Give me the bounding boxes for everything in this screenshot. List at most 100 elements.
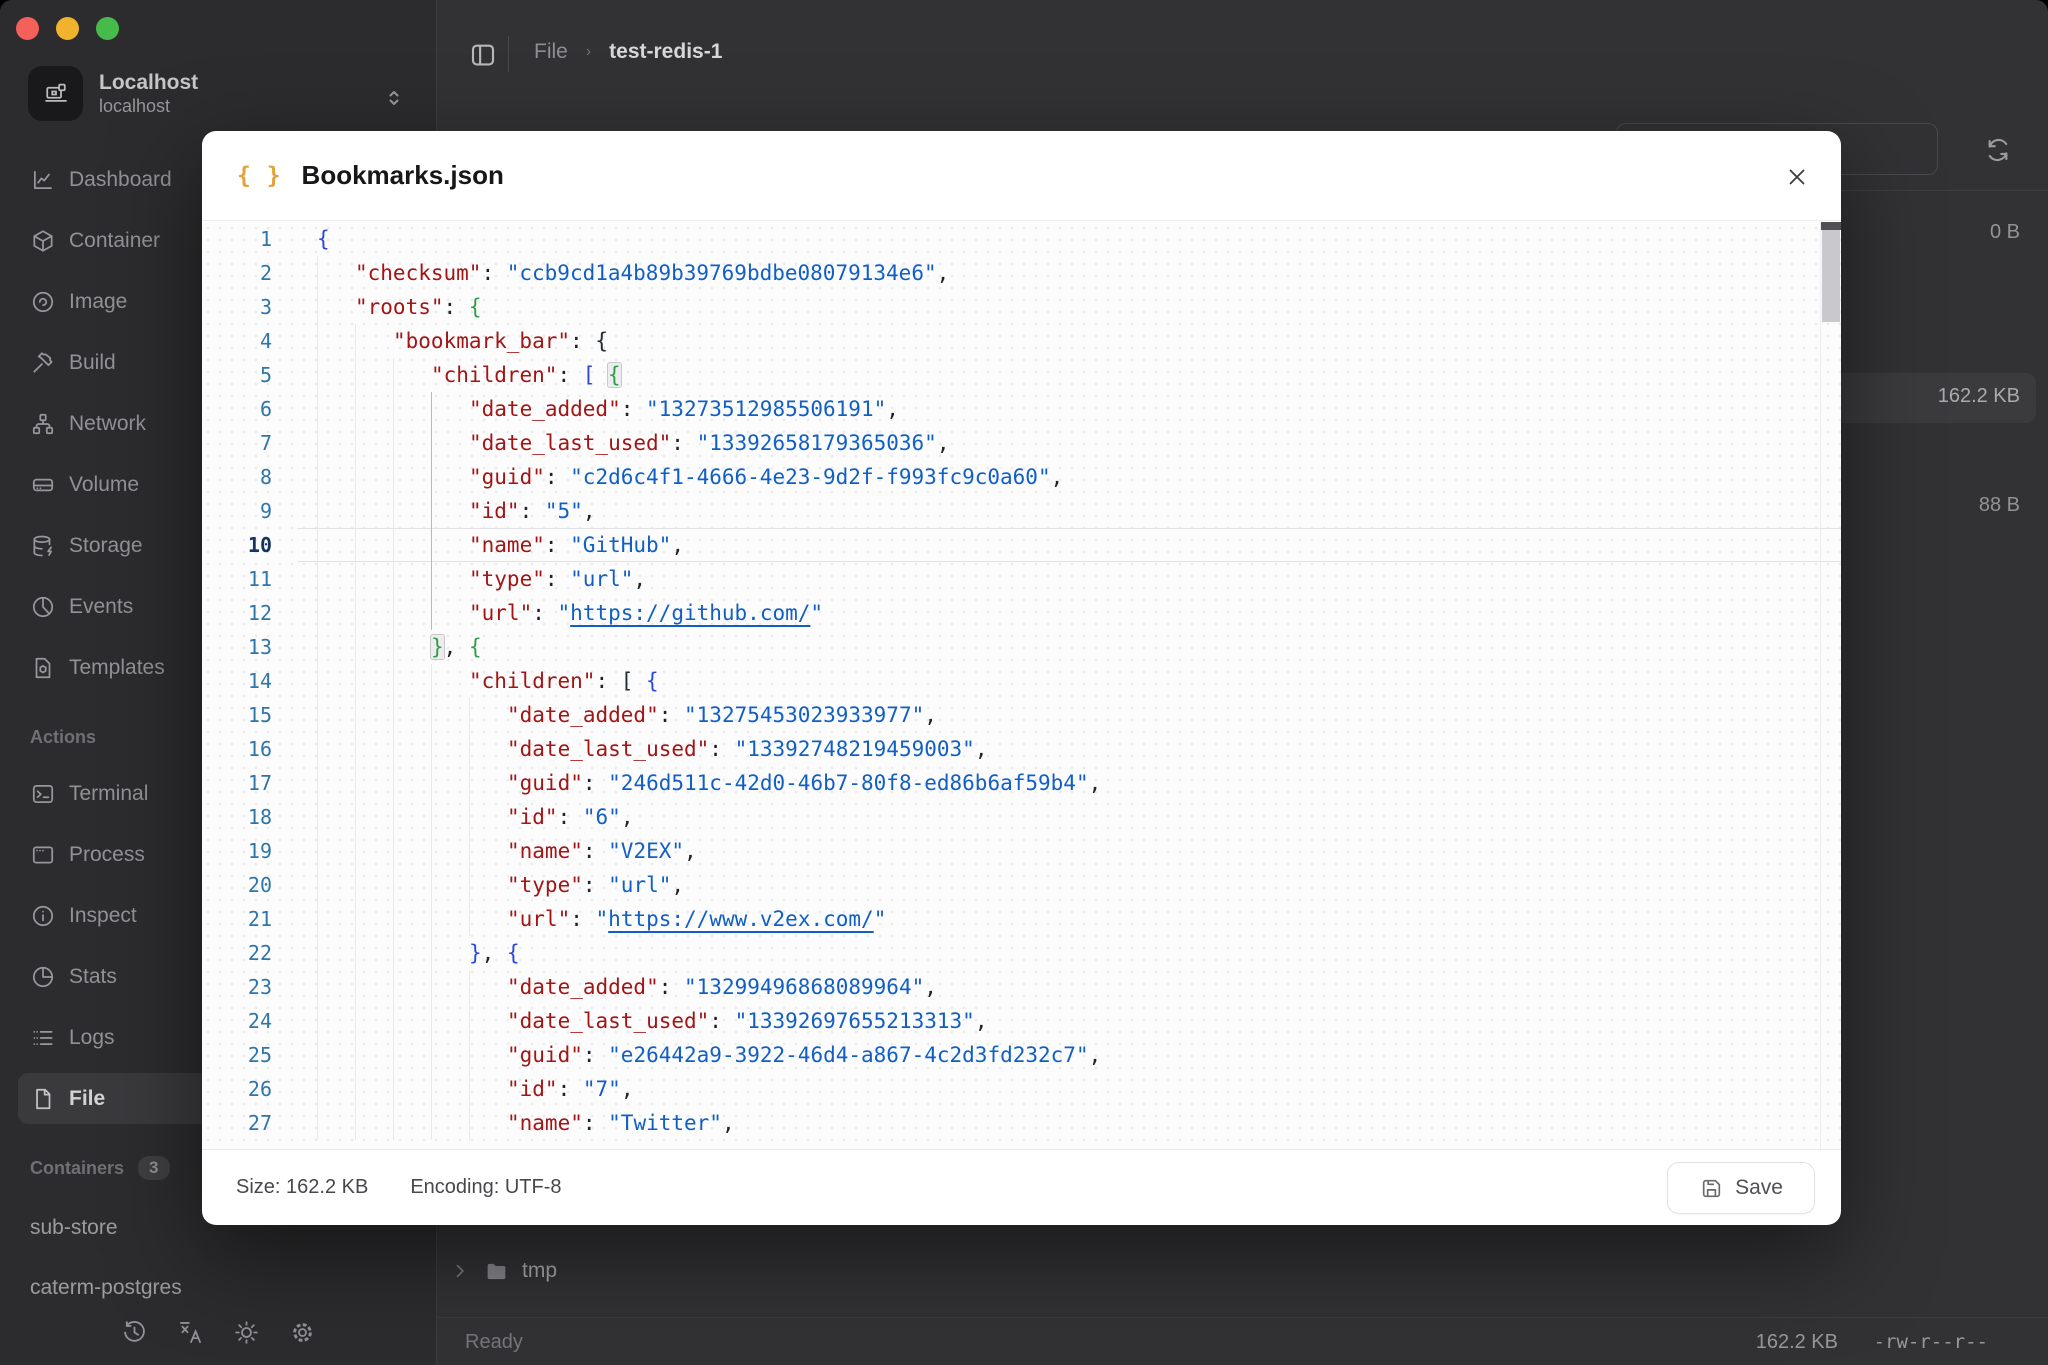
code-content: "id": "5", [298, 494, 1841, 528]
indent-guide [355, 698, 356, 732]
code-token: "13392748219459003" [735, 737, 975, 761]
code-line[interactable]: 25"guid": "e26442a9-3922-46d4-a867-4c2d3… [202, 1038, 1841, 1072]
breadcrumb: File › test-redis-1 [534, 40, 722, 64]
code-line[interactable]: 26"id": "7", [202, 1072, 1841, 1106]
sidebar-item-caterm-postgres[interactable]: caterm-postgres [0, 1258, 436, 1318]
code-token: "name" [507, 1111, 583, 1135]
zoom-window-button[interactable] [96, 17, 119, 40]
code-line[interactable]: 9"id": "5", [202, 494, 1841, 528]
indent-guide [355, 970, 356, 1004]
indent-guide [317, 902, 318, 936]
indent-guide [317, 392, 318, 426]
settings-gear-icon[interactable] [287, 1317, 317, 1347]
templates-icon [30, 655, 56, 681]
indent-guide [317, 630, 318, 664]
history-icon[interactable] [119, 1317, 149, 1347]
scrollbar-thumb[interactable] [1822, 230, 1840, 322]
code-line[interactable]: 14"children": [ { [202, 664, 1841, 698]
indent-guide [469, 1072, 470, 1106]
indent-guide [469, 1038, 470, 1072]
translate-icon[interactable] [175, 1317, 205, 1347]
code-line[interactable]: 11"type": "url", [202, 562, 1841, 596]
code-line[interactable]: 19"name": "V2EX", [202, 834, 1841, 868]
code-line[interactable]: 4"bookmark_bar": { [202, 324, 1841, 358]
code-line[interactable]: 2"checksum": "ccb9cd1a4b89b39769bdbe0807… [202, 256, 1841, 290]
code-token: { [469, 295, 482, 319]
save-floppy-icon [1699, 1176, 1724, 1201]
code-content: "guid": "246d511c-42d0-46b7-80f8-ed86b6a… [298, 766, 1841, 800]
tree-row-tmp[interactable]: tmp [438, 1246, 557, 1296]
code-line[interactable]: 10"name": "GitHub", [202, 528, 1841, 562]
indent-guide [393, 426, 394, 460]
code-line[interactable]: 13}, { [202, 630, 1841, 664]
code-token: : [520, 499, 545, 523]
indent-guide [317, 494, 318, 528]
code-token: "c2d6c4f1-4666-4e23-9d2f-f993fc9c0a60" [570, 465, 1050, 489]
code-content: "id": "6", [298, 800, 1841, 834]
code-line[interactable]: 17"guid": "246d511c-42d0-46b7-80f8-ed86b… [202, 766, 1841, 800]
code-line[interactable]: 15"date_added": "13275453023933977", [202, 698, 1841, 732]
code-token: " [558, 601, 571, 625]
code-line[interactable]: 7"date_last_used": "13392658179365036", [202, 426, 1841, 460]
host-switcher-chevrons-icon[interactable] [382, 86, 406, 110]
sidebar-item-label: Storage [69, 534, 143, 558]
footer-encoding: Encoding: UTF-8 [410, 1176, 561, 1199]
indent-guide [355, 562, 356, 596]
code-line[interactable]: 21"url": "https://www.v2ex.com/" [202, 902, 1841, 936]
refresh-icon[interactable] [1983, 135, 2013, 165]
code-token: "date_last_used" [507, 1009, 709, 1033]
code-line[interactable]: 12"url": "https://github.com/" [202, 596, 1841, 630]
code-line[interactable]: 3"roots": { [202, 290, 1841, 324]
code-line[interactable]: 20"type": "url", [202, 868, 1841, 902]
line-number: 8 [202, 460, 298, 494]
code-editor[interactable]: 1{2"checksum": "ccb9cd1a4b89b39769bdbe08… [202, 222, 1841, 1149]
code-token: "guid" [507, 1043, 583, 1067]
sidebar-item-label: Stats [69, 965, 117, 989]
brightness-icon[interactable] [231, 1317, 261, 1347]
image-icon [30, 289, 56, 315]
indent-guide [317, 732, 318, 766]
code-token: "246d511c-42d0-46b7-80f8-ed86b6af59b4" [608, 771, 1088, 795]
code-line[interactable]: 22}, { [202, 936, 1841, 970]
save-button[interactable]: Save [1667, 1162, 1815, 1214]
inspect-icon [30, 903, 56, 929]
code-token: "children" [431, 363, 557, 387]
code-token: "date_last_used" [507, 737, 709, 761]
minimize-window-button[interactable] [56, 17, 79, 40]
code-line[interactable]: 23"date_added": "13299496868089964", [202, 970, 1841, 1004]
indent-guide [393, 1106, 394, 1140]
code-content: "date_added": "13299496868089964", [298, 970, 1841, 1004]
indent-guide [317, 324, 318, 358]
code-line[interactable]: 8"guid": "c2d6c4f1-4666-4e23-9d2f-f993fc… [202, 460, 1841, 494]
chevron-right-icon[interactable] [450, 1261, 470, 1281]
code-token: : [583, 1043, 608, 1067]
code-token: : [709, 1009, 734, 1033]
line-number: 1 [202, 222, 298, 256]
host-selector[interactable]: Localhost localhost [28, 66, 198, 121]
indent-guide [317, 290, 318, 324]
line-number: 27 [202, 1106, 298, 1140]
code-line[interactable]: 27"name": "Twitter", [202, 1106, 1841, 1140]
code-line[interactable]: 18"id": "6", [202, 800, 1841, 834]
code-content: "date_added": "13273512985506191", [298, 392, 1841, 426]
close-icon[interactable] [1785, 165, 1809, 189]
indent-guide [469, 902, 470, 936]
folder-icon [484, 1259, 509, 1284]
code-token: "type" [469, 567, 545, 591]
code-token: : [558, 805, 583, 829]
code-line[interactable]: 6"date_added": "13273512985506191", [202, 392, 1841, 426]
code-line[interactable]: 5"children": [ { [202, 358, 1841, 392]
code-line[interactable]: 1{ [202, 222, 1841, 256]
code-line[interactable]: 24"date_last_used": "13392697655213313", [202, 1004, 1841, 1038]
code-line[interactable]: 16"date_last_used": "13392748219459003", [202, 732, 1841, 766]
indent-guide [355, 868, 356, 902]
code-token: : [709, 737, 734, 761]
indent-guide [393, 834, 394, 868]
sidebar-toggle-icon[interactable] [468, 40, 498, 70]
indent-guide [469, 1106, 470, 1140]
status-permissions: -rw-r--r-- [1874, 1331, 1988, 1353]
close-window-button[interactable] [16, 17, 39, 40]
code-content: { [298, 222, 1841, 256]
breadcrumb-root[interactable]: File [534, 40, 568, 64]
code-token: : [583, 771, 608, 795]
